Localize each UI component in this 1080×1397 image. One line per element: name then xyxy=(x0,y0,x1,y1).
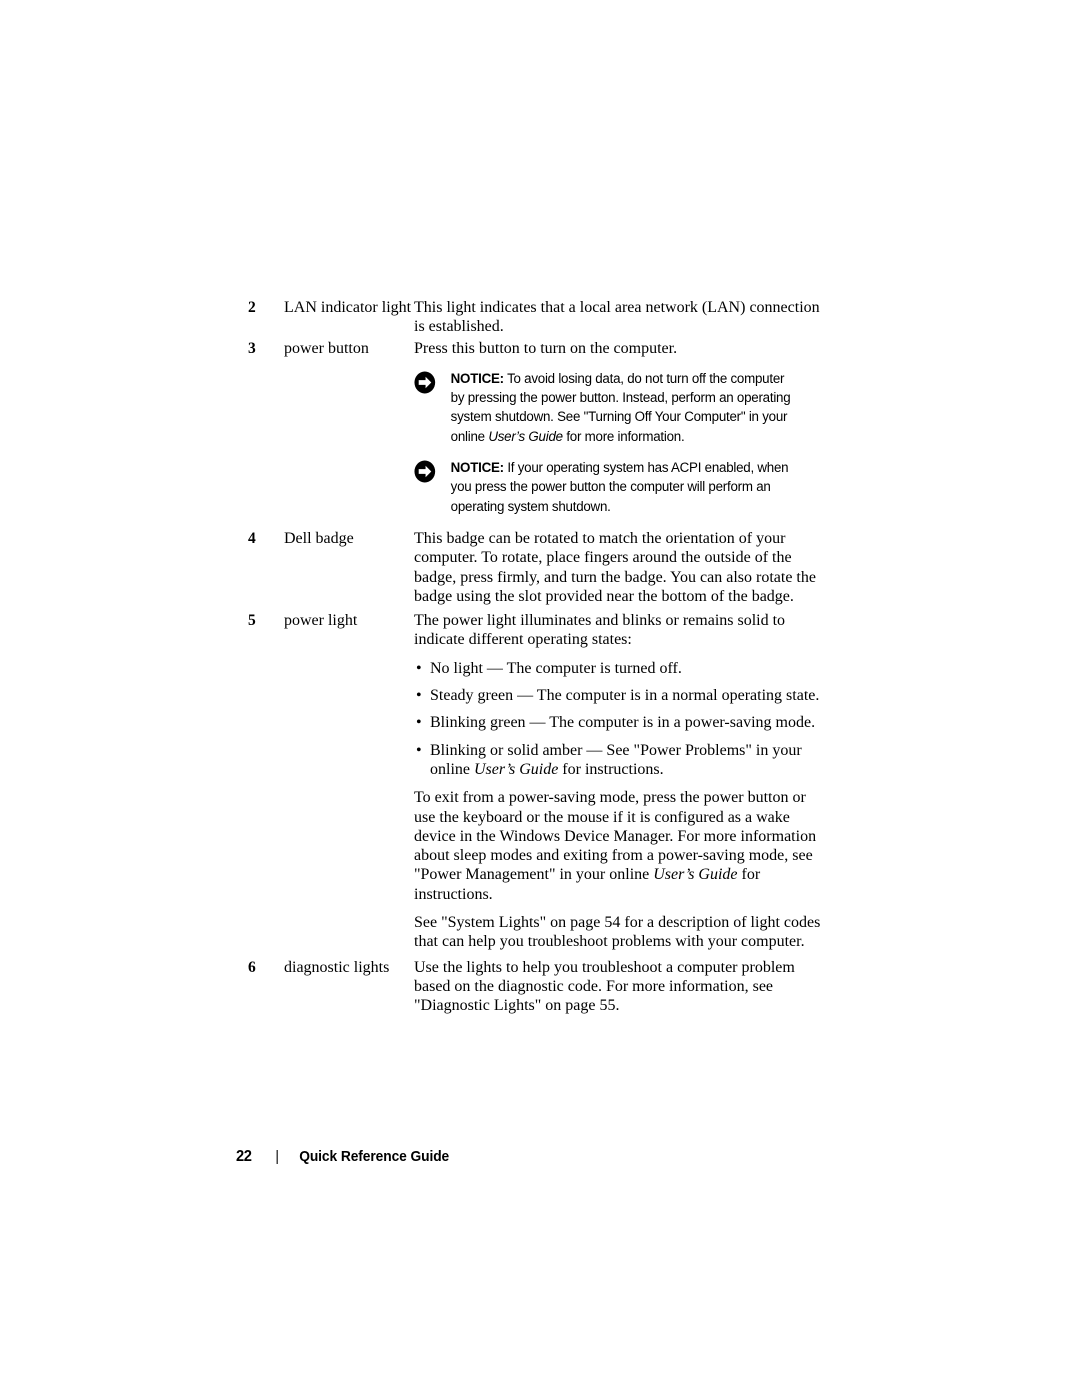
description-text: This light indicates that a local area n… xyxy=(414,299,820,336)
callout-label: LAN indicator light xyxy=(284,299,412,316)
footer-separator: | xyxy=(275,1148,279,1165)
notice-arrow-icon xyxy=(414,371,436,394)
description-paragraph: See "System Lights" on page 54 for a des… xyxy=(414,913,828,952)
table-row: 2 LAN indicator light This light indicat… xyxy=(248,298,828,337)
notice-arrow-icon xyxy=(414,460,436,483)
paragraph-text-before: See "System Lights" on page 54 for a des… xyxy=(414,914,821,951)
power-light-state-list: No light — The computer is turned off. S… xyxy=(414,659,828,779)
list-item: Steady green — The computer is in a norm… xyxy=(414,686,828,706)
list-item: Blinking green — The computer is in a po… xyxy=(414,713,828,733)
bullet-italic-reference: User’s Guide xyxy=(474,760,559,778)
document-page: 2 LAN indicator light This light indicat… xyxy=(0,0,1080,1397)
notice-keyword: NOTICE: xyxy=(450,460,504,477)
callout-label: power button xyxy=(284,339,369,357)
bullet-text-before: Blinking green — The computer is in a po… xyxy=(430,714,816,732)
description-text: This badge can be rotated to match the o… xyxy=(414,529,816,605)
bullet-text-after: for instructions. xyxy=(558,760,664,778)
footer-document-title: Quick Reference Guide xyxy=(299,1148,450,1165)
callout-description: The power light illuminates and blinks o… xyxy=(414,611,828,951)
notice-text-after: for more information. xyxy=(562,428,685,445)
description-text: Use the lights to help you troubleshoot … xyxy=(414,958,795,1015)
callout-number: 5 xyxy=(248,612,256,630)
table-row: 6 diagnostic lights Use the lights to he… xyxy=(248,958,828,1016)
table-row: 4 Dell badge This badge can be rotated t… xyxy=(248,529,828,606)
callout-number: 6 xyxy=(248,958,256,976)
bullet-text-before: No light — The computer is turned off. xyxy=(430,659,682,677)
callout-number: 3 xyxy=(248,339,256,357)
callout-table: 2 LAN indicator light This light indicat… xyxy=(248,298,828,1018)
description-text: The power light illuminates and blinks o… xyxy=(414,612,786,649)
description-paragraph: To exit from a power-saving mode, press … xyxy=(414,788,828,904)
paragraph-italic-reference: User’s Guide xyxy=(653,866,738,884)
callout-label: diagnostic lights xyxy=(284,958,390,976)
callout-label: power light xyxy=(284,612,358,630)
callout-description: This badge can be rotated to match the o… xyxy=(414,529,828,606)
notice-block: NOTICE: To avoid losing data, do not tur… xyxy=(414,370,798,447)
bullet-text-before: Steady green — The computer is in a norm… xyxy=(430,687,820,705)
notice-keyword: NOTICE: xyxy=(450,370,504,387)
notice-italic-reference: User’s Guide xyxy=(488,428,563,445)
callout-description: Press this button to turn on the compute… xyxy=(414,339,828,519)
page-footer: 22 | Quick Reference Guide xyxy=(236,1148,449,1166)
footer-page-number: 22 xyxy=(236,1148,252,1165)
description-text: Press this button to turn on the compute… xyxy=(414,339,678,357)
list-item: No light — The computer is turned off. xyxy=(414,659,828,679)
callout-number: 4 xyxy=(248,529,256,547)
callout-description: This light indicates that a local area n… xyxy=(414,298,828,337)
callout-label: Dell badge xyxy=(284,529,354,547)
list-item: Blinking or solid amber — See "Power Pro… xyxy=(414,741,828,780)
notice-block: NOTICE: If your operating system has ACP… xyxy=(414,459,798,517)
table-row: 5 power light The power light illuminate… xyxy=(248,611,828,951)
table-row: 3 power button Press this button to turn… xyxy=(248,339,828,519)
callout-number: 2 xyxy=(248,299,256,316)
callout-description: Use the lights to help you troubleshoot … xyxy=(414,958,828,1016)
